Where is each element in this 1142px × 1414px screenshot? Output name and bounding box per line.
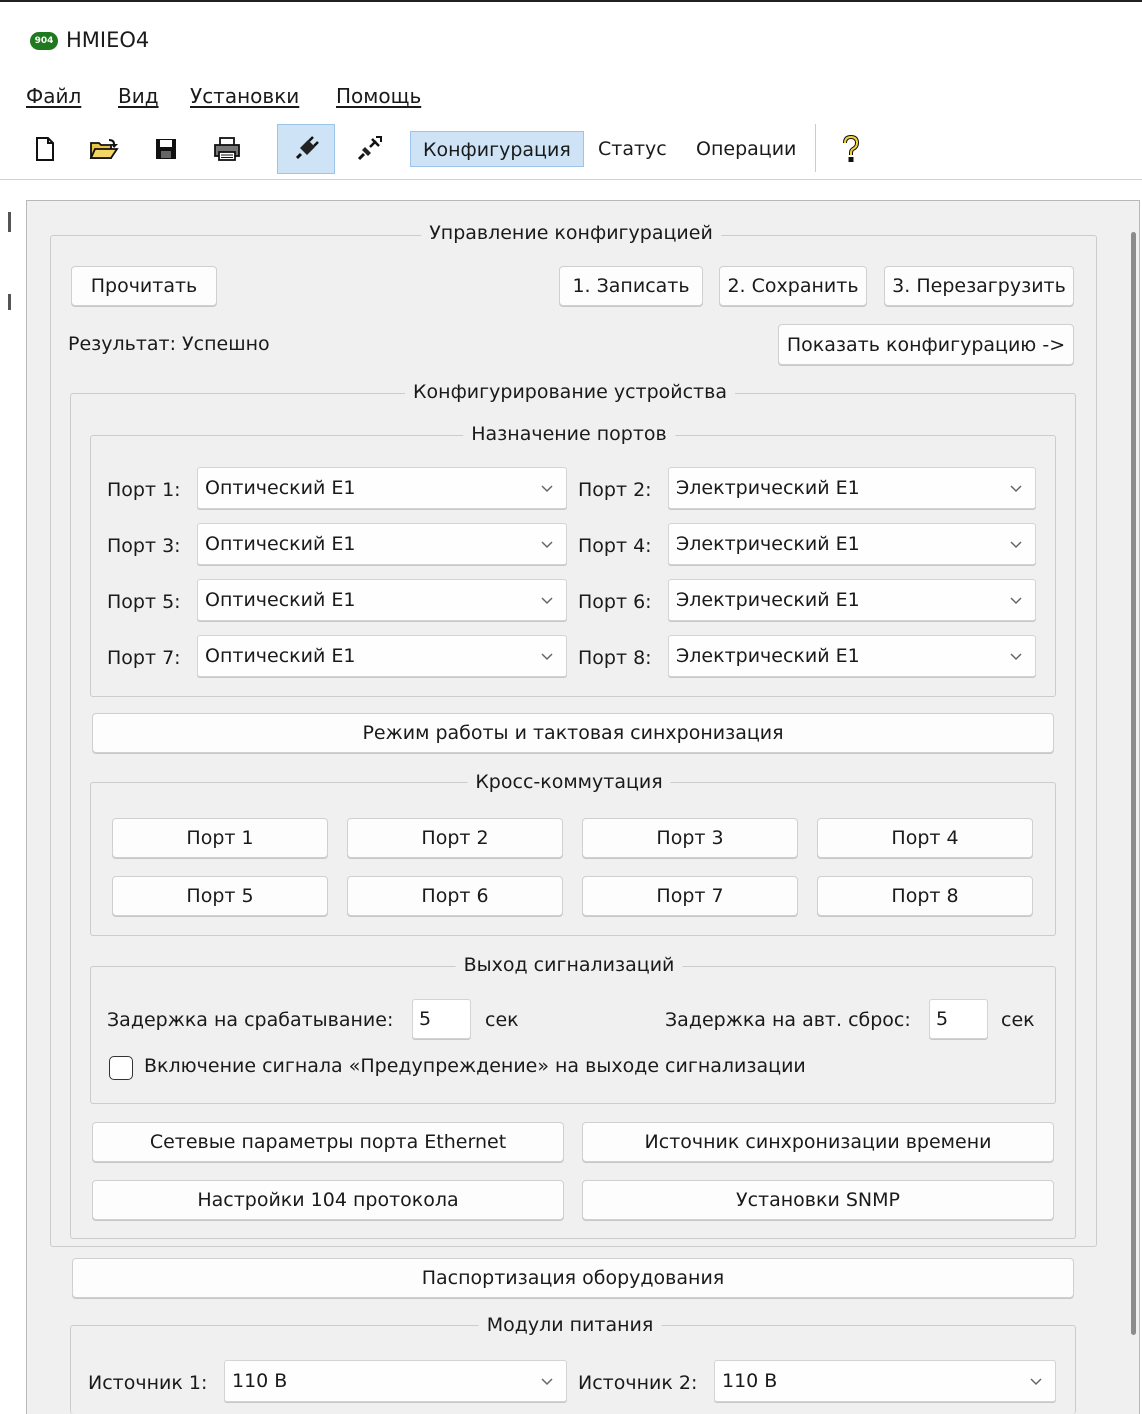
time-sync-source-button[interactable]: Источник синхронизации времени (582, 1122, 1054, 1162)
tab-configuration[interactable]: Конфигурация (410, 131, 584, 167)
chevron-down-icon (1010, 597, 1022, 605)
ethernet-settings-button[interactable]: Сетевые параметры порта Ethernet (92, 1122, 564, 1162)
trigger-delay-label: Задержка на срабатывание: (107, 1009, 394, 1031)
toolbar-separator (815, 124, 816, 172)
cross-port8-button[interactable]: Порт 8 (817, 876, 1033, 916)
window-edge-mark (8, 212, 11, 232)
new-file-icon[interactable] (21, 124, 69, 174)
warning-checkbox-label: Включение сигнала «Предупреждение» на вы… (144, 1055, 806, 1077)
app-logo: 904 (30, 32, 58, 50)
write-button[interactable]: 1. Записать (559, 266, 703, 306)
port-label: Порт 8: (578, 647, 652, 669)
select-value: Электрический Е1 (676, 645, 860, 667)
reset-delay-label: Задержка на авт. сброс: (665, 1009, 911, 1031)
show-config-button[interactable]: Показать конфигурацию -> (778, 324, 1074, 365)
chevron-down-icon (1010, 485, 1022, 493)
source2-label: Источник 2: (578, 1372, 698, 1394)
port6-select[interactable]: Электрический Е1 (668, 579, 1036, 621)
cross-port6-button[interactable]: Порт 6 (347, 876, 563, 916)
select-value: Оптический Е1 (205, 533, 356, 555)
select-value: 110 В (232, 1370, 288, 1392)
port-label: Порт 6: (578, 591, 652, 613)
trigger-delay-input[interactable]: 5 (412, 999, 471, 1039)
source2-select[interactable]: 110 В (714, 1360, 1056, 1402)
port-label: Порт 7: (107, 647, 181, 669)
mode-sync-button[interactable]: Режим работы и тактовая синхронизация (92, 713, 1054, 753)
chevron-down-icon (1030, 1378, 1042, 1386)
port1-select[interactable]: Оптический Е1 (197, 467, 567, 509)
reset-delay-input[interactable]: 5 (929, 999, 988, 1039)
select-value: Электрический Е1 (676, 533, 860, 555)
select-value: Электрический Е1 (676, 477, 860, 499)
port-label: Порт 5: (107, 591, 181, 613)
cross-connect-title: Кросс-коммутация (467, 771, 671, 793)
source1-label: Источник 1: (88, 1372, 208, 1394)
chevron-down-icon (541, 485, 553, 493)
chevron-down-icon (541, 597, 553, 605)
save-disk-icon[interactable] (142, 124, 190, 174)
menu-file[interactable]: Файл (26, 84, 81, 108)
menu-settings[interactable]: Установки (190, 84, 299, 108)
port7-select[interactable]: Оптический Е1 (197, 635, 567, 677)
ports-assignment-title: Назначение портов (463, 423, 675, 445)
print-icon[interactable] (203, 124, 251, 174)
window-title: HMIEO4 (66, 28, 150, 52)
select-value: Электрический Е1 (676, 589, 860, 611)
port2-select[interactable]: Электрический Е1 (668, 467, 1036, 509)
port4-select[interactable]: Электрический Е1 (668, 523, 1036, 565)
config-management-title: Управление конфигурацией (421, 222, 721, 244)
menu-bar (0, 72, 1142, 118)
read-button[interactable]: Прочитать (71, 266, 217, 306)
reset-delay-unit: сек (1001, 1009, 1035, 1031)
tab-status[interactable]: Статус (586, 131, 679, 167)
result-text: Результат: Успешно (68, 333, 270, 355)
cross-port1-button[interactable]: Порт 1 (112, 818, 328, 858)
cross-port7-button[interactable]: Порт 7 (582, 876, 798, 916)
select-value: 110 В (722, 1370, 778, 1392)
device-config-title: Конфигурирование устройства (405, 381, 735, 403)
equipment-passport-button[interactable]: Паспортизация оборудования (72, 1258, 1074, 1298)
connect-plug-icon[interactable] (277, 124, 335, 174)
reboot-button[interactable]: 3. Перезагрузить (884, 266, 1074, 306)
cross-port2-button[interactable]: Порт 2 (347, 818, 563, 858)
protocol104-settings-button[interactable]: Настройки 104 протокола (92, 1180, 564, 1220)
chevron-down-icon (1010, 653, 1022, 661)
port5-select[interactable]: Оптический Е1 (197, 579, 567, 621)
tab-operations[interactable]: Операции (684, 131, 808, 167)
trigger-delay-unit: сек (485, 1009, 519, 1031)
port3-select[interactable]: Оптический Е1 (197, 523, 567, 565)
select-value: Оптический Е1 (205, 477, 356, 499)
snmp-settings-button[interactable]: Установки SNMP (582, 1180, 1054, 1220)
disconnect-plug-icon[interactable] (345, 124, 393, 174)
alarm-output-group (90, 966, 1056, 1104)
open-folder-icon[interactable] (80, 124, 128, 174)
help-question-icon[interactable] (831, 124, 871, 174)
save-button[interactable]: 2. Сохранить (719, 266, 867, 306)
warning-checkbox[interactable] (109, 1056, 133, 1080)
cross-port3-button[interactable]: Порт 3 (582, 818, 798, 858)
port8-select[interactable]: Электрический Е1 (668, 635, 1036, 677)
chevron-down-icon (541, 653, 553, 661)
menu-help[interactable]: Помощь (336, 84, 421, 108)
power-modules-title: Модули питания (478, 1314, 662, 1336)
window-edge-mark (8, 294, 11, 310)
scrollbar[interactable] (1131, 232, 1136, 1335)
cross-port5-button[interactable]: Порт 5 (112, 876, 328, 916)
port-label: Порт 2: (578, 479, 652, 501)
port-label: Порт 1: (107, 479, 181, 501)
select-value: Оптический Е1 (205, 589, 356, 611)
port-label: Порт 4: (578, 535, 652, 557)
chevron-down-icon (541, 1378, 553, 1386)
chevron-down-icon (541, 541, 553, 549)
cross-port4-button[interactable]: Порт 4 (817, 818, 1033, 858)
port-label: Порт 3: (107, 535, 181, 557)
source1-select[interactable]: 110 В (224, 1360, 567, 1402)
alarm-output-title: Выход сигнализаций (455, 954, 683, 976)
menu-view[interactable]: Вид (118, 84, 159, 108)
select-value: Оптический Е1 (205, 645, 356, 667)
chevron-down-icon (1010, 541, 1022, 549)
title-bar (0, 0, 1142, 72)
